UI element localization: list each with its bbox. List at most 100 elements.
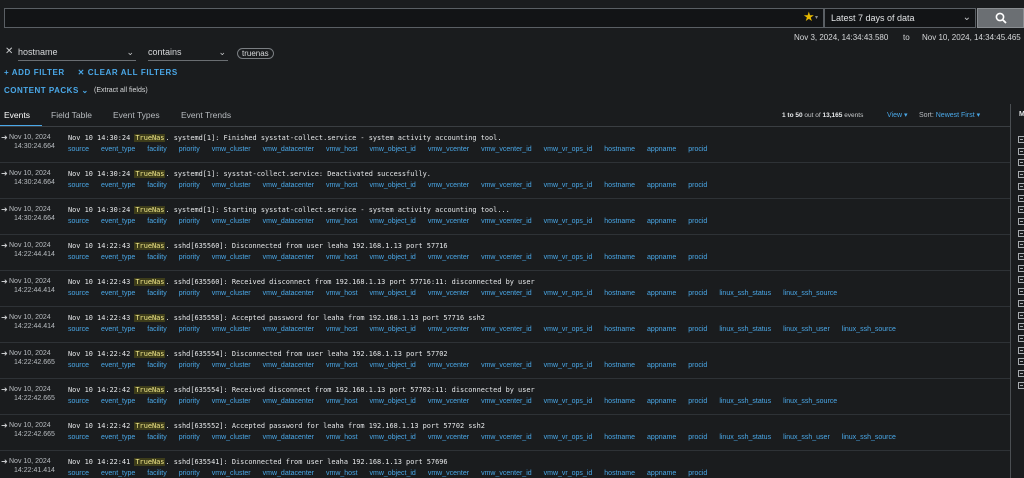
field-link[interactable]: vmw_host	[326, 290, 358, 297]
field-toggle-icon[interactable]	[1018, 381, 1024, 389]
field-link[interactable]: procid	[688, 326, 707, 333]
field-toggle-icon[interactable]	[1018, 206, 1024, 214]
field-link[interactable]: vmw_object_id	[370, 398, 416, 405]
field-link[interactable]: vmw_vcenter	[428, 254, 469, 261]
tab-event-types[interactable]: Event Types	[113, 110, 160, 120]
field-link[interactable]: vmw_vcenter	[428, 398, 469, 405]
field-link[interactable]: vmw_vcenter	[428, 182, 469, 189]
clear-all-filters-link[interactable]: ✕ CLEAR ALL FILTERS	[78, 68, 178, 77]
field-link[interactable]: linux_ssh_status	[719, 290, 771, 297]
field-link[interactable]: vmw_datacenter	[263, 326, 314, 333]
field-toggle-icon[interactable]	[1018, 311, 1024, 319]
field-link[interactable]: event_type	[101, 398, 135, 405]
event-row[interactable]: ➜ Nov 10, 2024 14:30:24.664 Nov 10 14:30:24…	[0, 163, 1010, 199]
field-link[interactable]: vmw_object_id	[370, 146, 416, 153]
field-link[interactable]: procid	[688, 218, 707, 225]
field-link[interactable]: priority	[179, 470, 200, 477]
field-link[interactable]: event_type	[101, 470, 135, 477]
field-link[interactable]: vmw_object_id	[370, 254, 416, 261]
field-toggle-icon[interactable]	[1018, 147, 1024, 155]
field-link[interactable]: vmw_host	[326, 362, 358, 369]
add-filter-link[interactable]: + ADD FILTER	[4, 68, 65, 77]
field-link[interactable]: appname	[647, 182, 676, 189]
expand-arrow-icon[interactable]: ➜	[1, 421, 8, 430]
event-row[interactable]: ➜ Nov 10, 2024 14:30:24.664 Nov 10 14:30:24…	[0, 127, 1010, 163]
field-link[interactable]: appname	[647, 326, 676, 333]
field-link[interactable]: hostname	[604, 218, 635, 225]
field-link[interactable]: vmw_object_id	[370, 434, 416, 441]
field-toggle-icon[interactable]	[1018, 194, 1024, 202]
field-link[interactable]: vmw_vcenter_id	[481, 398, 532, 405]
field-link[interactable]: source	[68, 362, 89, 369]
field-link[interactable]: priority	[179, 218, 200, 225]
field-link[interactable]: vmw_datacenter	[263, 182, 314, 189]
field-link[interactable]: vmw_vcenter_id	[481, 470, 532, 477]
field-link[interactable]: vmw_datacenter	[263, 290, 314, 297]
field-link[interactable]: vmw_vcenter_id	[481, 362, 532, 369]
field-link[interactable]: appname	[647, 470, 676, 477]
field-link[interactable]: source	[68, 326, 89, 333]
filter-field-select[interactable]: hostname ⌄	[18, 45, 136, 61]
field-toggle-icon[interactable]	[1018, 182, 1024, 190]
event-row[interactable]: ➜ Nov 10, 2024 14:22:42.665 Nov 10 14:22:42…	[0, 343, 1010, 379]
field-link[interactable]: procid	[688, 146, 707, 153]
field-link[interactable]: vmw_host	[326, 254, 358, 261]
field-link[interactable]: vmw_host	[326, 146, 358, 153]
field-link[interactable]: vmw_host	[326, 218, 358, 225]
field-link[interactable]: hostname	[604, 434, 635, 441]
expand-arrow-icon[interactable]: ➜	[1, 205, 8, 214]
chevron-down-icon[interactable]: ▾	[815, 14, 818, 21]
field-link[interactable]: priority	[179, 362, 200, 369]
content-packs-toggle[interactable]: CONTENT PACKS ⌄	[4, 86, 89, 95]
field-link[interactable]: source	[68, 218, 89, 225]
field-link[interactable]: facility	[147, 182, 166, 189]
field-link[interactable]: procid	[688, 434, 707, 441]
field-link[interactable]: source	[68, 434, 89, 441]
field-link[interactable]: vmw_datacenter	[263, 434, 314, 441]
field-link[interactable]: hostname	[604, 326, 635, 333]
field-link[interactable]: event_type	[101, 218, 135, 225]
field-link[interactable]: vmw_vcenter	[428, 290, 469, 297]
field-link[interactable]: event_type	[101, 290, 135, 297]
filter-value-chip[interactable]: truenas	[237, 48, 274, 59]
field-link[interactable]: vmw_vcenter_id	[481, 434, 532, 441]
field-link[interactable]: vmw_datacenter	[263, 398, 314, 405]
field-link[interactable]: priority	[179, 326, 200, 333]
field-link[interactable]: vmw_cluster	[212, 182, 251, 189]
field-link[interactable]: vmw_cluster	[212, 434, 251, 441]
tab-event-trends[interactable]: Event Trends	[181, 110, 231, 120]
field-link[interactable]: source	[68, 290, 89, 297]
field-link[interactable]: source	[68, 182, 89, 189]
field-link[interactable]: vmw_vcenter_id	[481, 326, 532, 333]
field-link[interactable]: linux_ssh_status	[719, 398, 771, 405]
field-link[interactable]: source	[68, 146, 89, 153]
field-link[interactable]: appname	[647, 254, 676, 261]
expand-arrow-icon[interactable]: ➜	[1, 457, 8, 466]
field-link[interactable]: facility	[147, 326, 166, 333]
field-link[interactable]: linux_ssh_status	[719, 434, 771, 441]
search-button[interactable]	[977, 8, 1024, 28]
field-link[interactable]: vmw_vcenter	[428, 218, 469, 225]
event-row[interactable]: ➜ Nov 10, 2024 14:22:44.414 Nov 10 14:22:43…	[0, 271, 1010, 307]
field-link[interactable]: vmw_vr_ops_id	[544, 326, 593, 333]
field-link[interactable]: vmw_object_id	[370, 182, 416, 189]
field-link[interactable]: vmw_vcenter	[428, 326, 469, 333]
field-link[interactable]: hostname	[604, 146, 635, 153]
expand-arrow-icon[interactable]: ➜	[1, 133, 8, 142]
field-link[interactable]: facility	[147, 434, 166, 441]
time-range-select[interactable]: Latest 7 days of data ⌄	[824, 8, 976, 28]
field-link[interactable]: event_type	[101, 254, 135, 261]
field-link[interactable]: vmw_vr_ops_id	[544, 254, 593, 261]
expand-arrow-icon[interactable]: ➜	[1, 385, 8, 394]
field-link[interactable]: linux_ssh_source	[842, 434, 896, 441]
field-link[interactable]: vmw_cluster	[212, 470, 251, 477]
field-toggle-icon[interactable]	[1018, 334, 1024, 342]
field-link[interactable]: source	[68, 470, 89, 477]
field-link[interactable]: vmw_datacenter	[263, 146, 314, 153]
field-link[interactable]: vmw_cluster	[212, 290, 251, 297]
field-link[interactable]: procid	[688, 290, 707, 297]
field-link[interactable]: vmw_vcenter_id	[481, 218, 532, 225]
expand-arrow-icon[interactable]: ➜	[1, 241, 8, 250]
field-link[interactable]: appname	[647, 290, 676, 297]
field-toggle-icon[interactable]	[1018, 299, 1024, 307]
